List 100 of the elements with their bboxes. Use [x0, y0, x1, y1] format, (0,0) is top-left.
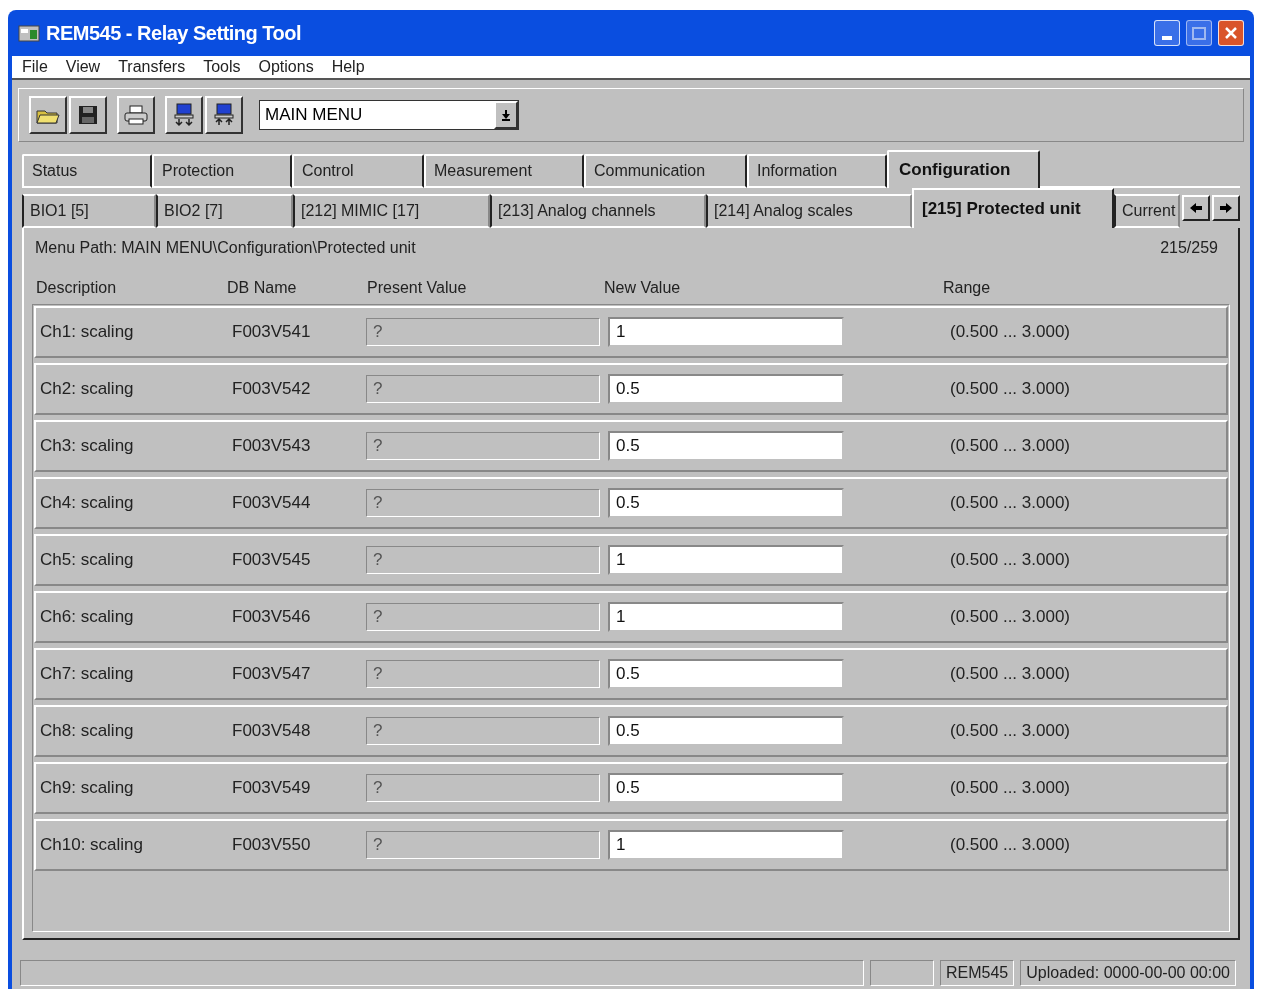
present-value-field: ?	[366, 660, 600, 688]
column-header: Present Value	[367, 279, 467, 296]
range-text: (0.500 ... 3.000)	[950, 379, 1071, 399]
menu-item[interactable]: File	[20, 55, 50, 79]
tab[interactable]: [214] Analog scales	[706, 194, 912, 228]
new-value-input[interactable]: 0.5	[608, 659, 844, 689]
tab[interactable]: [212] MIMIC [17]	[293, 194, 490, 228]
page-counter: 215/259	[1160, 238, 1218, 258]
description-text: Ch8: scaling	[40, 721, 134, 741]
minimize-icon	[1162, 36, 1172, 40]
range-text: (0.500 ... 3.000)	[950, 721, 1071, 741]
present-value-field: ?	[366, 774, 600, 802]
new-value-input[interactable]: 0.5	[608, 488, 844, 518]
new-value-input[interactable]: 1	[608, 830, 844, 860]
description-text: Ch1: scaling	[40, 322, 134, 342]
save-button[interactable]	[69, 96, 107, 134]
description-text: Ch4: scaling	[40, 493, 134, 513]
present-value-field: ?	[366, 375, 600, 403]
tab[interactable]: Status	[22, 154, 152, 188]
close-button[interactable]	[1218, 20, 1244, 46]
db-name-text: F003V549	[232, 778, 311, 798]
new-value-input[interactable]: 0.5	[608, 374, 844, 404]
present-value-field: ?	[366, 546, 600, 574]
new-value-input[interactable]: 0.5	[608, 773, 844, 803]
right-arrow-icon	[1219, 202, 1233, 214]
db-name-text: F003V550	[232, 835, 311, 855]
new-value-input[interactable]: 1	[608, 317, 844, 347]
range-text: (0.500 ... 3.000)	[950, 550, 1071, 570]
upload-button[interactable]	[205, 96, 243, 134]
range-text: (0.500 ... 3.000)	[950, 664, 1071, 684]
tab[interactable]: Measurement	[424, 154, 584, 188]
description-text: Ch3: scaling	[40, 436, 134, 456]
scroll-left-button[interactable]	[1182, 195, 1210, 221]
range-text: (0.500 ... 3.000)	[950, 778, 1071, 798]
range-text: (0.500 ... 3.000)	[950, 607, 1071, 627]
menu-dropdown[interactable]: MAIN MENU	[259, 100, 519, 130]
column-header: New Value	[604, 279, 681, 296]
new-value-input[interactable]: 1	[608, 545, 844, 575]
present-value-field: ?	[366, 318, 600, 346]
maximize-icon	[1192, 26, 1206, 40]
present-value-field: ?	[366, 489, 600, 517]
range-text: (0.500 ... 3.000)	[950, 493, 1071, 513]
description-text: Ch9: scaling	[40, 778, 134, 798]
db-name-text: F003V547	[232, 664, 311, 684]
menu-item[interactable]: Options	[256, 55, 316, 79]
app-icon	[18, 23, 40, 43]
window-title: REM545 - Relay Setting Tool	[46, 21, 302, 46]
computer-arrows-icon	[172, 103, 196, 127]
tab[interactable]: Protection	[152, 154, 292, 188]
menu-path: Menu Path: MAIN MENU\Configuration\Protected unit	[34, 238, 416, 258]
menu-item[interactable]: Tools	[201, 55, 243, 79]
description-text: Ch5: scaling	[40, 550, 134, 570]
column-header: Description	[36, 279, 117, 296]
range-text: (0.500 ... 3.000)	[950, 835, 1071, 855]
present-value-field: ?	[366, 717, 600, 745]
scroll-right-button[interactable]	[1212, 195, 1240, 221]
dropdown-value: MAIN MENU	[264, 104, 364, 127]
db-name-text: F003V542	[232, 379, 311, 399]
new-value-input[interactable]: 1	[608, 602, 844, 632]
tab[interactable]: Communication	[584, 154, 747, 188]
device-status: REM545	[940, 960, 1015, 986]
dropdown-arrow-button[interactable]	[494, 101, 518, 129]
column-header: DB Name	[227, 279, 297, 296]
download-button[interactable]	[165, 96, 203, 134]
db-name-text: F003V545	[232, 550, 311, 570]
present-value-field: ?	[366, 831, 600, 859]
column-header: Range	[943, 279, 991, 296]
db-name-text: F003V544	[232, 493, 311, 513]
minimize-button[interactable]	[1154, 20, 1180, 46]
tab[interactable]: Current	[1114, 194, 1180, 228]
tab[interactable]: Control	[292, 154, 424, 188]
description-text: Ch10: scaling	[40, 835, 143, 855]
tab[interactable]: BIO2 [7]	[156, 194, 293, 228]
tab[interactable]: [215] Protected unit	[912, 188, 1114, 228]
upload-status: Uploaded: 0000-00-00 00:00	[1020, 960, 1236, 986]
description-text: Ch2: scaling	[40, 379, 134, 399]
computer-arrows-icon	[212, 103, 236, 127]
tab[interactable]: BIO1 [5]	[22, 194, 156, 228]
description-text: Ch6: scaling	[40, 607, 134, 627]
tab[interactable]: Information	[747, 154, 887, 188]
db-name-text: F003V543	[232, 436, 311, 456]
menu-item[interactable]: Help	[329, 55, 367, 79]
tab[interactable]: [213] Analog channels	[490, 194, 706, 228]
range-text: (0.500 ... 3.000)	[950, 436, 1071, 456]
tab[interactable]: Configuration	[887, 150, 1040, 188]
status-pane	[870, 960, 934, 986]
new-value-input[interactable]: 0.5	[608, 431, 844, 461]
close-icon	[1224, 26, 1238, 40]
printer-icon	[124, 105, 148, 125]
print-button[interactable]	[117, 96, 155, 134]
menu-item[interactable]: View	[63, 55, 103, 79]
db-name-text: F003V548	[232, 721, 311, 741]
db-name-text: F003V546	[232, 607, 311, 627]
range-text: (0.500 ... 3.000)	[950, 322, 1071, 342]
left-arrow-icon	[1189, 202, 1203, 214]
new-value-input[interactable]: 0.5	[608, 716, 844, 746]
db-name-text: F003V541	[232, 322, 311, 342]
down-arrow-icon	[501, 109, 511, 121]
menu-item[interactable]: Transfers	[116, 55, 188, 79]
open-folder-button[interactable]	[29, 96, 67, 134]
